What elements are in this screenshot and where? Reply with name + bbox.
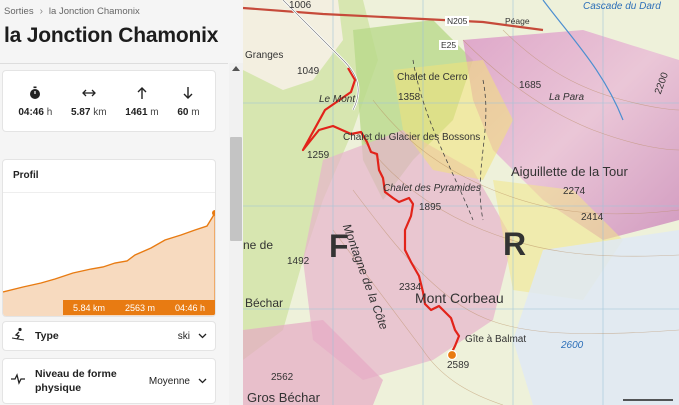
map-label: La Para: [549, 92, 585, 103]
stat-distance: 5.87 km: [71, 85, 107, 118]
chevron-down-icon: [198, 378, 207, 384]
map-label: 1492: [287, 256, 310, 267]
map-label: 1895: [419, 202, 442, 213]
map-label: Chalet des Pyramides: [383, 183, 481, 194]
stopwatch-icon: [27, 85, 43, 101]
route-end-marker: [446, 349, 458, 361]
map-label: Aiguillette de la Tour: [511, 164, 628, 179]
breadcrumb-current: la Jonction Chamonix: [48, 6, 140, 17]
breadcrumb: Sorties › la Jonction Chamonix: [4, 6, 140, 17]
map-label: 1259: [307, 150, 330, 161]
map-label: Granges: [245, 50, 284, 61]
map-label: 2562: [271, 372, 294, 383]
chevron-right-icon: ›: [39, 6, 43, 17]
map-label: 2600: [561, 340, 584, 351]
map-label: Béchar: [245, 296, 284, 310]
page-title: la Jonction Chamonix: [4, 24, 219, 47]
route-panel: Sorties › la Jonction Chamonix la Joncti…: [0, 0, 243, 405]
map-label: 1358: [398, 92, 421, 103]
type-row[interactable]: Type ski: [2, 321, 216, 351]
type-label: Type: [35, 330, 59, 342]
stats-card: 04:46 h 5.87 km 1461 m 60 m: [2, 70, 216, 132]
stat-descent: 60 m: [177, 85, 200, 118]
heartbeat-icon: [11, 372, 25, 390]
map-label: Cascade du Dard: [583, 1, 661, 12]
map-label: Chalet de Cerro: [397, 72, 468, 83]
stat-ascent: 1461 m: [125, 85, 159, 118]
map-label: 2274: [563, 186, 586, 197]
profile-altitude: 2563 m: [124, 302, 155, 313]
map-label: Mont Corbeau: [415, 290, 504, 306]
type-select[interactable]: ski: [178, 331, 207, 342]
stat-duration: 04:46 h: [18, 85, 52, 118]
stat-value: 1461: [125, 106, 148, 118]
profile-readout: 5.84 km 2563 m 04:46 h: [63, 300, 215, 315]
map-label: R: [503, 226, 527, 262]
map-label: 1049: [297, 66, 320, 77]
stat-unit: h: [46, 106, 53, 118]
stat-unit: m: [150, 106, 159, 118]
profile-cursor-dot: [212, 210, 215, 216]
niveau-row[interactable]: Niveau de forme physique Moyenne: [2, 358, 216, 404]
niveau-select[interactable]: Moyenne: [149, 376, 207, 387]
map-label: Péage: [505, 16, 530, 26]
chevron-down-icon: [198, 333, 207, 339]
stat-value: 04:46: [18, 106, 44, 118]
stat-unit: m: [191, 106, 200, 118]
elevation-profile-card: Profil 5.84 km 2563 m 04:46 h: [2, 159, 216, 317]
map-label: 2414: [581, 212, 604, 223]
breadcrumb-parent-link[interactable]: Sorties: [4, 6, 34, 17]
arrow-up-icon: [134, 85, 150, 101]
arrow-down-icon: [180, 85, 196, 101]
niveau-value: Moyenne: [148, 375, 190, 387]
scrollbar-thumb[interactable]: [230, 137, 242, 241]
map-label: Le Mont: [319, 94, 356, 105]
profile-distance: 5.84 km: [72, 302, 105, 313]
map-label: 1006: [289, 0, 312, 11]
scroll-up-arrow-icon[interactable]: [232, 66, 240, 71]
skier-icon: [11, 327, 25, 346]
map-label: ne de: [243, 238, 274, 252]
map-label: Gîte à Balmat: [465, 334, 527, 345]
stat-value: 60: [177, 106, 189, 118]
header-divider: [0, 63, 228, 64]
map-label: Chalet du Glacier des Bossons: [343, 132, 481, 143]
stat-unit: km: [93, 106, 107, 118]
profile-time: 04:46 h: [174, 302, 205, 313]
niveau-label: Niveau de forme physique: [35, 368, 117, 394]
elevation-profile-chart[interactable]: [3, 193, 216, 317]
map-label: 2589: [447, 360, 470, 371]
map-label: N205: [445, 16, 470, 26]
topo-map[interactable]: 1006 Cascade du Dard N205 Péage Granges …: [243, 0, 679, 405]
map-label: E25: [439, 40, 459, 50]
map-label: 1685: [519, 80, 542, 91]
type-value: ski: [177, 330, 190, 342]
horizontal-arrows-icon: [81, 85, 97, 101]
map-label: Gros Béchar: [247, 390, 320, 405]
stat-value: 5.87: [70, 106, 91, 118]
profile-heading: Profil: [13, 170, 39, 181]
map-canvas: [243, 0, 679, 405]
